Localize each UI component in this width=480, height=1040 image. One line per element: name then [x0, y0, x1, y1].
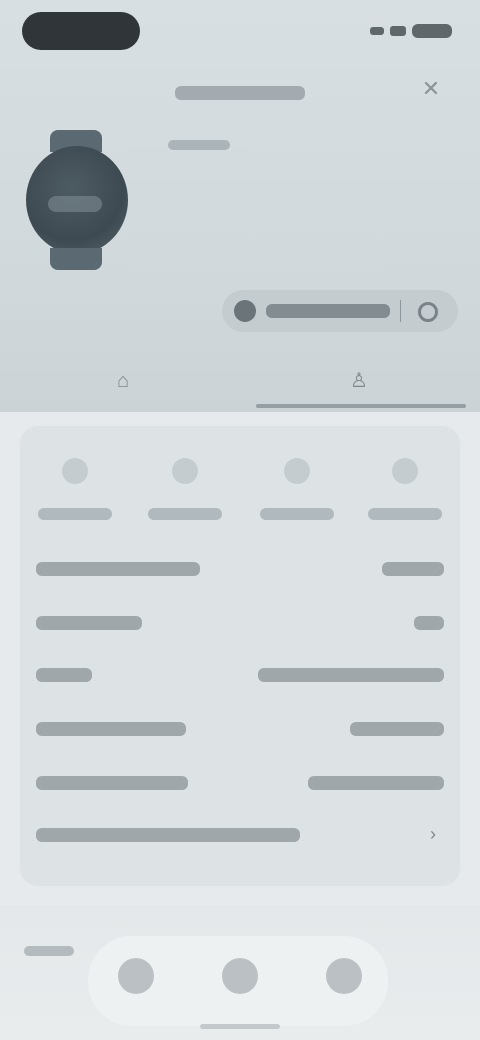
tab-indicator	[256, 404, 466, 408]
sleep-icon	[284, 458, 310, 484]
row-value	[414, 616, 444, 630]
home-indicator	[200, 1024, 280, 1029]
row-value	[350, 722, 444, 736]
list-item[interactable]: ›	[36, 812, 444, 856]
tab-activity[interactable]: ⌂	[110, 368, 136, 394]
row-value	[382, 562, 444, 576]
list-item[interactable]	[36, 652, 444, 696]
steps-icon	[62, 458, 88, 484]
divider	[400, 300, 401, 322]
list-item[interactable]	[36, 600, 444, 644]
tab-settings[interactable]: ♙	[346, 368, 372, 394]
sync-button[interactable]	[266, 304, 390, 318]
battery-status-icon	[412, 24, 452, 38]
device-header: ✕ ⌂ ♙	[0, 0, 480, 412]
stats-row	[20, 456, 460, 536]
row-label	[36, 616, 142, 630]
row-value	[308, 776, 444, 790]
row-label	[36, 828, 300, 842]
close-icon[interactable]: ✕	[418, 76, 444, 102]
more-icon[interactable]	[418, 302, 438, 322]
bottom-nav	[0, 906, 480, 1040]
list-item[interactable]	[36, 546, 444, 590]
tab-bar: ⌂ ♙	[0, 352, 480, 412]
wifi-icon	[390, 26, 406, 36]
stat-value	[260, 508, 334, 520]
watch-face	[26, 146, 128, 254]
activity-icon: ⌂	[116, 370, 130, 392]
sync-button-group	[222, 290, 458, 332]
stat-item[interactable]	[140, 456, 230, 536]
devices-icon[interactable]	[222, 958, 258, 994]
watch-band-bottom	[50, 248, 102, 270]
stat-item[interactable]	[360, 456, 450, 536]
sync-icon[interactable]	[234, 300, 256, 322]
status-time-pill	[22, 12, 140, 50]
heart-icon	[172, 458, 198, 484]
home-icon[interactable]	[118, 958, 154, 994]
signal-icon	[370, 27, 384, 35]
row-label	[36, 776, 188, 790]
bottom-nav-label	[24, 946, 74, 956]
row-value	[258, 668, 444, 682]
status-icons	[370, 24, 452, 38]
device-details-card: ›	[20, 426, 460, 886]
device-subtitle	[168, 140, 230, 150]
stat-value	[38, 508, 112, 520]
stat-item[interactable]	[30, 456, 120, 536]
stat-item[interactable]	[252, 456, 342, 536]
chevron-right-icon: ›	[430, 824, 436, 844]
list-item[interactable]	[36, 760, 444, 804]
stat-value	[148, 508, 222, 520]
nav-bar	[88, 936, 388, 1026]
battery-icon	[392, 458, 418, 484]
watch-image	[22, 130, 132, 270]
stat-value	[368, 508, 442, 520]
row-label	[36, 562, 200, 576]
row-label	[36, 722, 186, 736]
settings-icon: ♙	[350, 370, 368, 392]
profile-icon[interactable]	[326, 958, 362, 994]
device-name	[175, 84, 305, 102]
list-item[interactable]	[36, 706, 444, 750]
row-label	[36, 668, 92, 682]
